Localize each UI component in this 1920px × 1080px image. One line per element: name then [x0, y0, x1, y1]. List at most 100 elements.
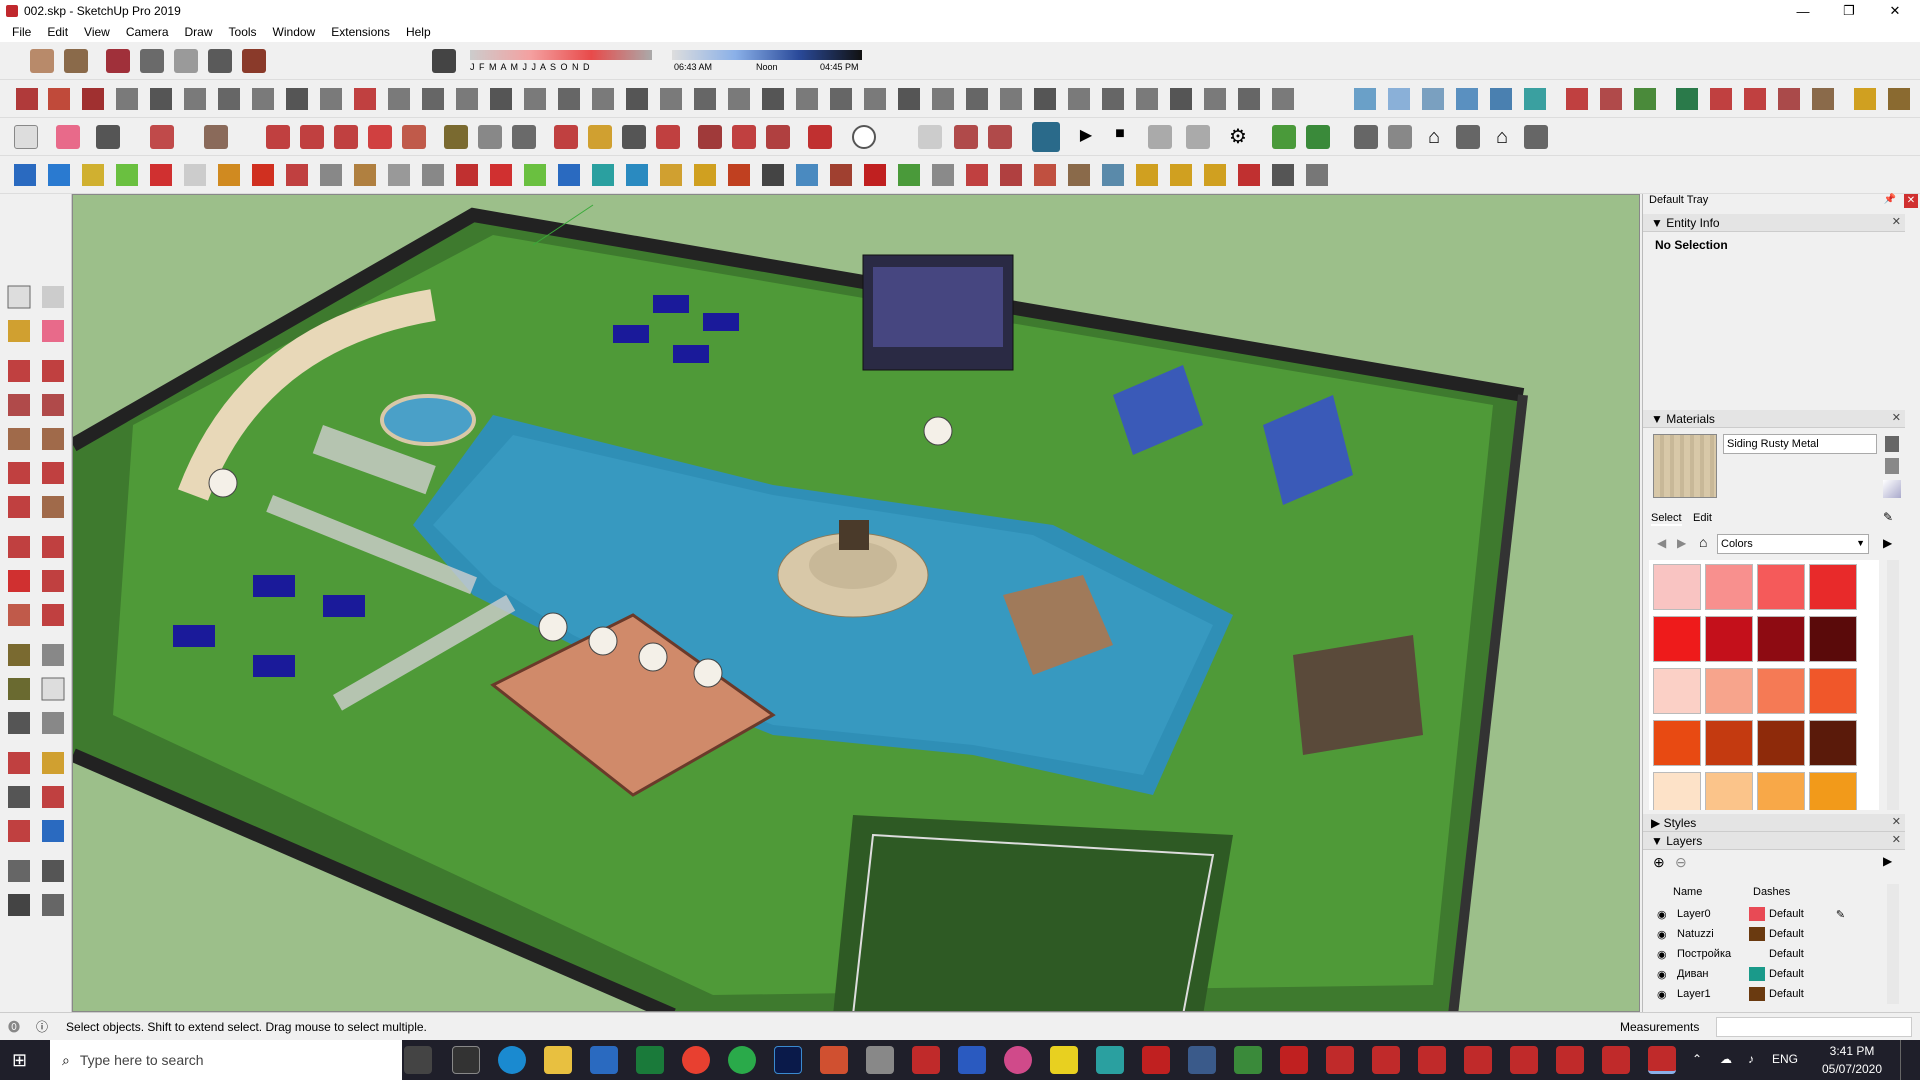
- clock-time[interactable]: 3:41 PM: [1820, 1044, 1884, 1058]
- sticky-notes-icon[interactable]: [1050, 1046, 1078, 1074]
- record-icon[interactable]: [1148, 125, 1172, 149]
- pan-icon[interactable]: [588, 125, 612, 149]
- calculator-icon[interactable]: [452, 1046, 480, 1074]
- sketchup-window-7-icon[interactable]: [1556, 1046, 1584, 1074]
- word-icon[interactable]: [958, 1046, 986, 1074]
- cursor-icon[interactable]: [918, 125, 942, 149]
- eye-icon[interactable]: ◉: [1657, 908, 1671, 921]
- color-swatch[interactable]: [1653, 668, 1701, 714]
- create-material-icon[interactable]: [1885, 436, 1899, 452]
- layer-dashes[interactable]: Default: [1769, 988, 1804, 1000]
- sample-paint-icon[interactable]: [1883, 480, 1901, 498]
- zoom-icon[interactable]: [622, 125, 646, 149]
- menu-help[interactable]: Help: [398, 25, 439, 39]
- sketchup-window-6-icon[interactable]: [1510, 1046, 1538, 1074]
- maximize-button[interactable]: ❐: [1826, 0, 1872, 22]
- arc-tool-icon[interactable]: [150, 125, 174, 149]
- left-view-icon[interactable]: [208, 49, 232, 73]
- menu-window[interactable]: Window: [265, 25, 324, 39]
- taskbar-search-box[interactable]: ⌕ Type here to search: [50, 1040, 402, 1080]
- top-view-icon[interactable]: [64, 49, 88, 73]
- layer-dashes[interactable]: Default: [1769, 968, 1804, 980]
- color-swatch[interactable]: [1809, 616, 1857, 662]
- menu-file[interactable]: File: [4, 25, 39, 39]
- measurements-input[interactable]: [1716, 1017, 1912, 1037]
- eye-icon[interactable]: ◉: [1657, 948, 1671, 961]
- windows-start-icon[interactable]: ⊞: [12, 1050, 27, 1071]
- tape-measure-icon[interactable]: [444, 125, 468, 149]
- forward-icon[interactable]: ▶: [1677, 536, 1686, 550]
- color-swatch[interactable]: [1809, 564, 1857, 610]
- section-plane-icon[interactable]: [954, 125, 978, 149]
- eye-icon[interactable]: ◉: [1657, 968, 1671, 981]
- stop-icon[interactable]: ■: [1108, 125, 1132, 149]
- rotate-tool-icon[interactable]: [368, 125, 392, 149]
- layer-row[interactable]: ◉ Layer1 Default: [1657, 984, 1867, 1004]
- default-material-icon[interactable]: [1885, 458, 1899, 474]
- rectangle-tool-icon[interactable]: [204, 125, 228, 149]
- geo-location-icon[interactable]: ⓿: [8, 1018, 20, 1035]
- layer-color[interactable]: [1749, 907, 1765, 921]
- color-swatch[interactable]: [1757, 720, 1805, 766]
- lumion-icon[interactable]: [1032, 122, 1060, 152]
- color-swatch[interactable]: [1809, 720, 1857, 766]
- close-button[interactable]: ✕: [1872, 0, 1918, 22]
- move-tool-icon[interactable]: [334, 125, 358, 149]
- color-swatch[interactable]: [1757, 564, 1805, 610]
- layer-details-icon[interactable]: ▶: [1883, 854, 1892, 868]
- app-grid-icon[interactable]: [820, 1046, 848, 1074]
- eraser-icon[interactable]: [56, 125, 80, 149]
- styles-header[interactable]: ▶ Styles ✕: [1643, 814, 1905, 832]
- color-swatch[interactable]: [1653, 616, 1701, 662]
- menu-extensions[interactable]: Extensions: [323, 25, 398, 39]
- front-view-icon[interactable]: [106, 49, 130, 73]
- shadows-toggle-icon[interactable]: [432, 49, 456, 73]
- show-desktop-button[interactable]: [1900, 1040, 1906, 1080]
- app-doc-icon[interactable]: [1234, 1046, 1262, 1074]
- tab-select[interactable]: Select: [1651, 512, 1682, 526]
- vpn-icon[interactable]: [866, 1046, 894, 1074]
- entity-info-header[interactable]: ▼ Entity Info ✕: [1643, 214, 1905, 232]
- section-display-icon[interactable]: [988, 125, 1012, 149]
- edge-icon[interactable]: [498, 1046, 526, 1074]
- add-layer-icon[interactable]: ⊕: [1653, 854, 1665, 871]
- warehouse-house-icon[interactable]: [1354, 125, 1378, 149]
- layer-row[interactable]: ◉ Layer0 Default ✎: [1657, 904, 1867, 924]
- task-view-icon[interactable]: [404, 1046, 432, 1074]
- layer-dashes[interactable]: Default: [1769, 908, 1804, 920]
- tool-palette-icons[interactable]: [0, 194, 72, 934]
- line-tool-icon[interactable]: [96, 125, 120, 149]
- minimize-button[interactable]: —: [1780, 0, 1826, 22]
- material-name-input[interactable]: [1723, 434, 1877, 454]
- volume-icon[interactable]: ♪: [1748, 1052, 1754, 1066]
- color-swatch[interactable]: [1809, 772, 1857, 810]
- collection-select[interactable]: Colors ▼: [1717, 534, 1869, 554]
- autocad-icon[interactable]: [1142, 1046, 1170, 1074]
- sketchup-window-8-icon[interactable]: [1602, 1046, 1630, 1074]
- recorder-icon[interactable]: [1004, 1046, 1032, 1074]
- layer-color[interactable]: [1749, 967, 1765, 981]
- sandbox-from-contours-icon[interactable]: [1272, 125, 1296, 149]
- color-swatch[interactable]: [1757, 616, 1805, 662]
- photoshop-icon[interactable]: [774, 1046, 802, 1074]
- views-icon[interactable]: [30, 49, 54, 73]
- eye-icon[interactable]: ◉: [1657, 928, 1671, 941]
- house-outline-icon[interactable]: ⌂: [1490, 125, 1514, 149]
- plugin-toolbar-icons[interactable]: [0, 156, 1340, 194]
- chevron-down-icon[interactable]: ▼: [1856, 538, 1865, 548]
- color-swatch[interactable]: [1757, 772, 1805, 810]
- follow-me-icon[interactable]: [300, 125, 324, 149]
- layer-dashes[interactable]: Default: [1769, 948, 1804, 960]
- file-explorer-icon[interactable]: [544, 1046, 572, 1074]
- sketchup-window-4-icon[interactable]: [1418, 1046, 1446, 1074]
- color-swatch[interactable]: [1809, 668, 1857, 714]
- menu-camera[interactable]: Camera: [118, 25, 177, 39]
- layer-color[interactable]: [1749, 927, 1765, 941]
- eye-icon[interactable]: ◉: [1657, 988, 1671, 1001]
- back-view-icon[interactable]: [174, 49, 198, 73]
- excel-icon[interactable]: [636, 1046, 664, 1074]
- zoom-extents-icon[interactable]: [656, 125, 680, 149]
- select-tool-icon[interactable]: [14, 125, 38, 149]
- layers-scrollbar[interactable]: [1887, 884, 1899, 1004]
- play-icon[interactable]: ▶: [1074, 125, 1098, 149]
